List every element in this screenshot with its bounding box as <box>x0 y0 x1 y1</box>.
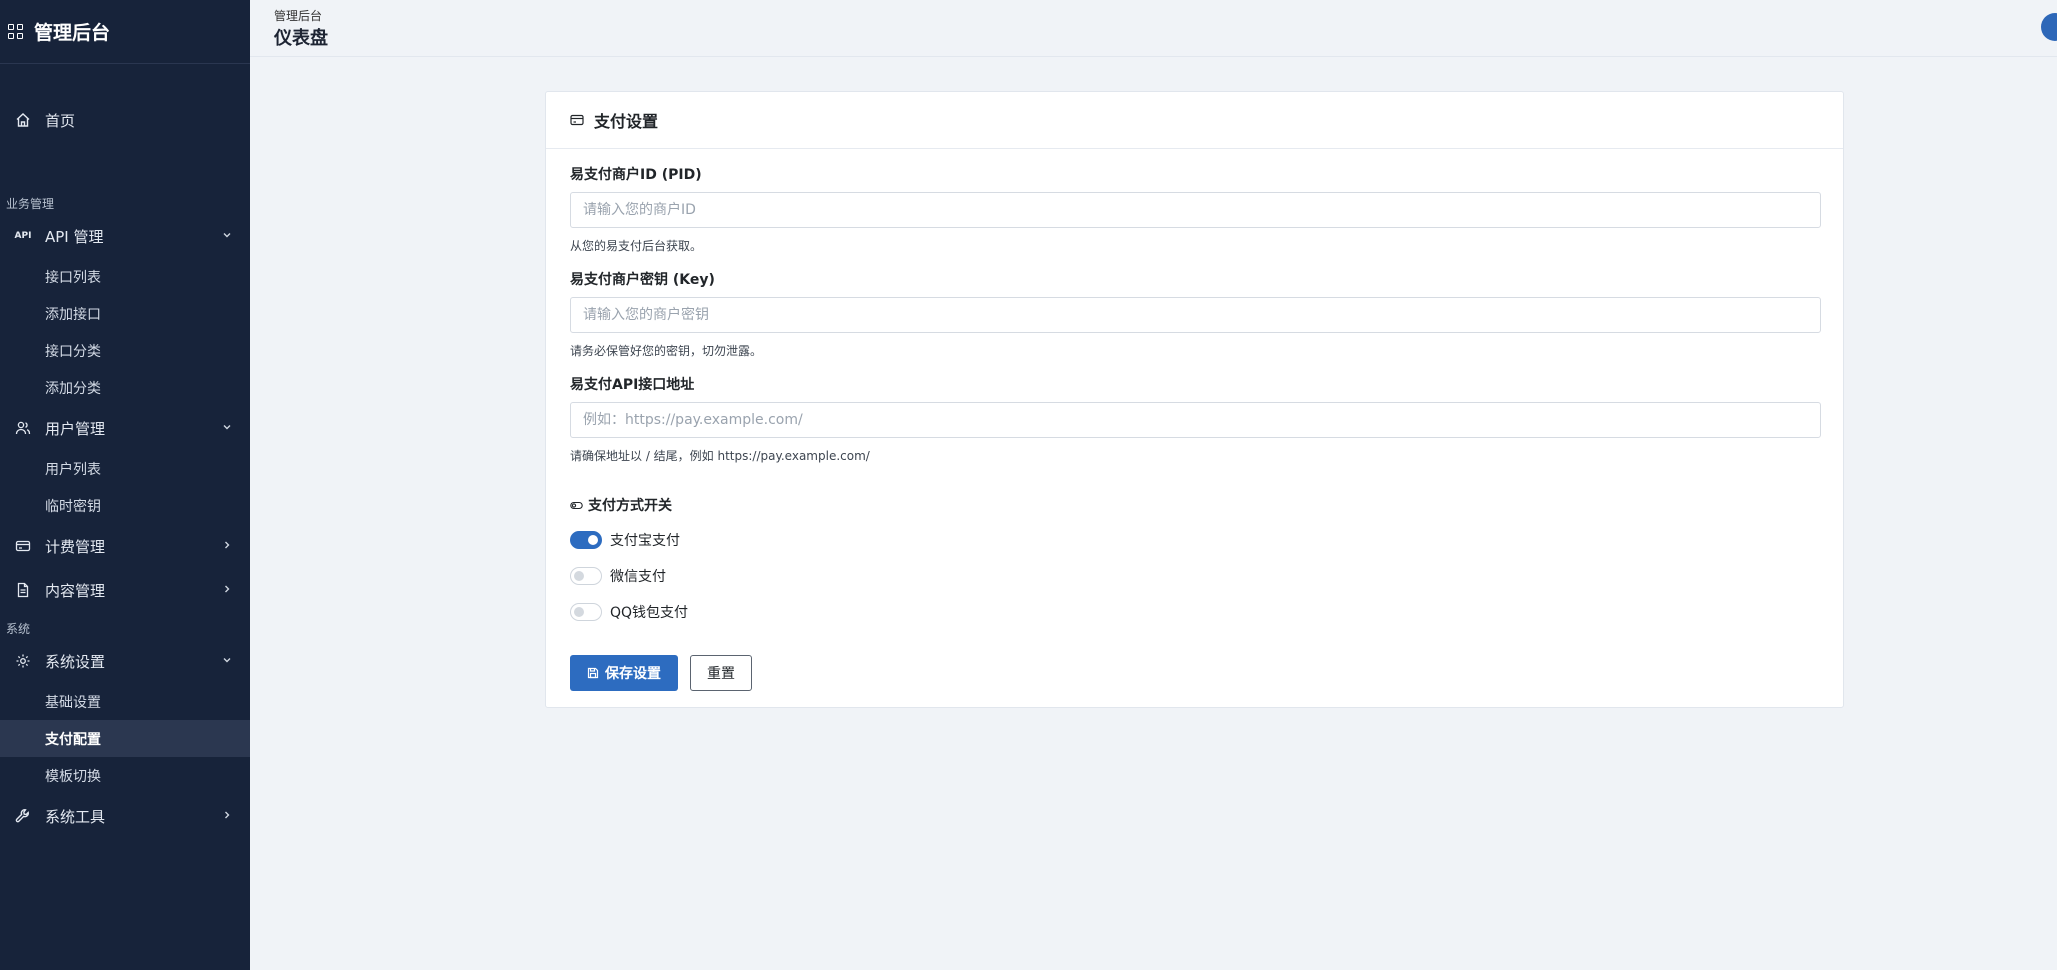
sidebar-item-billing[interactable]: 计费管理 <box>0 526 250 566</box>
qq-wallet-label: QQ钱包支付 <box>610 605 689 621</box>
sidebar-item-label: API 管理 <box>45 227 104 246</box>
chevron-down-icon <box>223 425 231 430</box>
alipay-label: 支付宝支付 <box>610 533 680 549</box>
breadcrumb[interactable]: 管理后台 <box>274 7 322 24</box>
sidebar-subitem-api-list[interactable]: 接口列表 <box>0 258 250 295</box>
pid-label: 易支付商户ID (PID) <box>570 167 702 183</box>
save-icon <box>587 667 599 679</box>
avatar[interactable] <box>2041 13 2057 41</box>
sidebar-subitem-api-category[interactable]: 接口分类 <box>0 332 250 369</box>
sidebar-item-api[interactable]: API API 管理 <box>0 216 250 256</box>
document-icon <box>15 582 31 598</box>
chevron-down-icon <box>223 233 231 238</box>
sidebar-item-content[interactable]: 内容管理 <box>0 570 250 610</box>
payment-settings-card: 支付设置 易支付商户ID (PID) 从您的易支付后台获取。 易支付商户密钥 (… <box>545 91 1844 708</box>
sidebar-subitem-api-add[interactable]: 添加接口 <box>0 295 250 332</box>
chevron-right-icon <box>225 585 230 593</box>
wechat-label: 微信支付 <box>610 569 666 585</box>
sidebar-item-home[interactable]: 首页 <box>0 100 250 140</box>
card-icon <box>570 114 584 126</box>
sidebar: 管理后台 首页 业务管理 API API 管理 接口列表 添加接口 接口分类 添… <box>0 0 250 970</box>
sidebar-item-system-settings[interactable]: 系统设置 <box>0 641 250 681</box>
save-button[interactable]: 保存设置 <box>570 655 678 691</box>
chevron-right-icon <box>225 811 230 819</box>
sidebar-item-users[interactable]: 用户管理 <box>0 408 250 448</box>
method-alipay-row: 支付宝支付 <box>570 530 680 550</box>
users-icon <box>15 420 31 436</box>
page-title: 仪表盘 <box>274 28 328 49</box>
save-button-label: 保存设置 <box>605 666 661 682</box>
pid-input[interactable] <box>570 192 1821 228</box>
brand: 管理后台 <box>0 0 250 64</box>
sidebar-subitem-template-switch[interactable]: 模板切换 <box>0 757 250 794</box>
chevron-down-icon <box>223 658 231 663</box>
api-url-input[interactable] <box>570 402 1821 438</box>
card-icon <box>15 538 31 554</box>
sidebar-subitem-basic-settings[interactable]: 基础设置 <box>0 683 250 720</box>
sidebar-item-label: 内容管理 <box>45 581 106 600</box>
top-bar: 管理后台 仪表盘 <box>250 0 2057 57</box>
brand-title: 管理后台 <box>34 22 111 44</box>
key-input[interactable] <box>570 297 1821 333</box>
wrench-icon <box>15 808 31 824</box>
sidebar-item-label: 首页 <box>45 111 76 130</box>
sidebar-section-business: 业务管理 <box>6 197 55 211</box>
qq-wallet-toggle[interactable] <box>570 603 602 621</box>
sidebar-item-label: 计费管理 <box>45 537 106 556</box>
reset-button[interactable]: 重置 <box>690 655 752 691</box>
sidebar-subitem-user-list[interactable]: 用户列表 <box>0 450 250 487</box>
payment-methods-title-text: 支付方式开关 <box>588 498 672 514</box>
key-help-text: 请务必保管好您的密钥，切勿泄露。 <box>570 344 763 358</box>
chevron-right-icon <box>225 541 230 549</box>
method-qq-row: QQ钱包支付 <box>570 602 688 622</box>
sidebar-subitem-api-category-add[interactable]: 添加分类 <box>0 369 250 406</box>
key-label: 易支付商户密钥 (Key) <box>570 272 715 288</box>
alipay-toggle[interactable] <box>570 531 602 549</box>
payment-methods-title: 支付方式开关 <box>570 495 672 515</box>
sidebar-item-tools[interactable]: 系统工具 <box>0 796 250 836</box>
card-title: 支付设置 <box>594 112 659 131</box>
sidebar-subitem-temp-keys[interactable]: 临时密钥 <box>0 487 250 524</box>
method-wechat-row: 微信支付 <box>570 566 666 586</box>
api-url-label: 易支付API接口地址 <box>570 377 695 393</box>
sidebar-item-label: 用户管理 <box>45 419 106 438</box>
api-url-help-text: 请确保地址以 / 结尾，例如 https://pay.example.com/ <box>570 449 870 463</box>
sidebar-section-system: 系统 <box>6 622 31 636</box>
apps-grid-icon <box>8 23 24 40</box>
toggle-icon <box>570 501 583 509</box>
pid-help-text: 从您的易支付后台获取。 <box>570 239 703 253</box>
sidebar-subitem-payment-config[interactable]: 支付配置 <box>0 720 250 757</box>
gear-icon <box>15 653 31 669</box>
card-header: 支付设置 <box>546 92 1843 149</box>
sidebar-item-label: 系统工具 <box>45 807 106 826</box>
home-icon <box>15 112 31 128</box>
api-icon: API <box>14 231 32 241</box>
wechat-toggle[interactable] <box>570 567 602 585</box>
sidebar-item-label: 系统设置 <box>45 652 106 671</box>
